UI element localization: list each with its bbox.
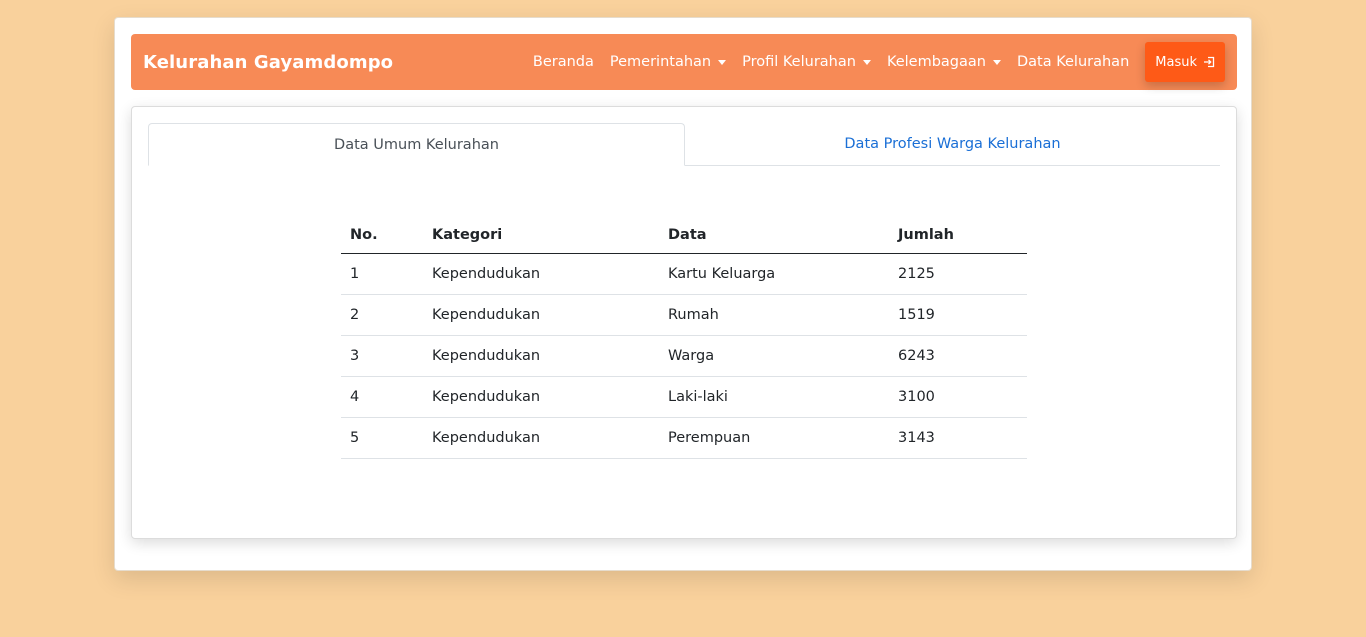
cell-jumlah: 3100 — [889, 376, 1027, 418]
tab-bar: Data Umum Kelurahan Data Profesi Warga K… — [148, 123, 1220, 166]
tab-data-profesi-label: Data Profesi Warga Kelurahan — [844, 136, 1061, 152]
cell-data: Warga — [659, 335, 889, 377]
box-arrow-in-right-icon — [1204, 56, 1215, 68]
caret-down-icon — [718, 59, 727, 65]
cell-jumlah: 3143 — [889, 417, 1027, 459]
nav-kelembagaan-label: Kelembagaan — [886, 54, 986, 70]
nav-kelembagaan-dropdown[interactable]: Kelembagaan — [879, 54, 1009, 70]
tab-data-umum-kelurahan[interactable]: Data Umum Kelurahan — [148, 123, 685, 166]
navbar: Kelurahan Gayamdompo Beranda Pemerintaha… — [131, 34, 1237, 90]
login-button-label: Masuk — [1155, 54, 1197, 70]
cell-kategori: Kependudukan — [423, 253, 659, 295]
table-row: 2 Kependudukan Rumah 1519 — [341, 294, 1027, 336]
content-card: Data Umum Kelurahan Data Profesi Warga K… — [131, 106, 1237, 539]
data-table: No. Kategori Data Jumlah 1 Kependudukan … — [341, 217, 1027, 459]
nav-pemerintahan-dropdown[interactable]: Pemerintahan — [602, 54, 734, 70]
cell-kategori: Kependudukan — [423, 335, 659, 377]
login-button[interactable]: Masuk — [1145, 42, 1225, 82]
column-header-jumlah: Jumlah — [889, 217, 1027, 254]
caret-down-icon — [992, 59, 1001, 65]
caret-down-icon — [862, 59, 871, 65]
cell-no: 3 — [341, 335, 423, 377]
cell-no: 2 — [341, 294, 423, 336]
cell-kategori: Kependudukan — [423, 376, 659, 418]
table-row: 4 Kependudukan Laki-laki 3100 — [341, 376, 1027, 418]
column-header-kategori: Kategori — [423, 217, 659, 254]
cell-data: Rumah — [659, 294, 889, 336]
table-row: 5 Kependudukan Perempuan 3143 — [341, 417, 1027, 459]
cell-data: Perempuan — [659, 417, 889, 459]
nav-profil-kelurahan-label: Profil Kelurahan — [742, 54, 856, 70]
nav-data-kelurahan-label: Data Kelurahan — [1016, 54, 1130, 70]
tab-data-profesi-warga[interactable]: Data Profesi Warga Kelurahan — [685, 123, 1220, 165]
cell-data: Laki-laki — [659, 376, 889, 418]
nav-data-kelurahan[interactable]: Data Kelurahan — [1009, 54, 1137, 70]
cell-jumlah: 6243 — [889, 335, 1027, 377]
cell-kategori: Kependudukan — [423, 294, 659, 336]
column-header-no: No. — [341, 217, 423, 254]
nav-profil-kelurahan-dropdown[interactable]: Profil Kelurahan — [734, 54, 879, 70]
column-header-data: Data — [659, 217, 889, 254]
nav-pemerintahan-label: Pemerintahan — [609, 54, 712, 70]
nav-beranda-label: Beranda — [532, 54, 594, 70]
cell-no: 5 — [341, 417, 423, 459]
table-row: 1 Kependudukan Kartu Keluarga 2125 — [341, 253, 1027, 295]
cell-kategori: Kependudukan — [423, 417, 659, 459]
table-row: 3 Kependudukan Warga 6243 — [341, 335, 1027, 377]
nav-beranda[interactable]: Beranda — [525, 54, 602, 70]
tab-data-umum-label: Data Umum Kelurahan — [334, 136, 499, 153]
page-container: Kelurahan Gayamdompo Beranda Pemerintaha… — [114, 17, 1252, 571]
cell-jumlah: 1519 — [889, 294, 1027, 336]
cell-no: 4 — [341, 376, 423, 418]
brand-title[interactable]: Kelurahan Gayamdompo — [143, 52, 393, 73]
cell-jumlah: 2125 — [889, 253, 1027, 295]
cell-data: Kartu Keluarga — [659, 253, 889, 295]
table-header-row: No. Kategori Data Jumlah — [341, 217, 1027, 254]
nav-links: Beranda Pemerintahan Profil Kelurahan Ke… — [525, 42, 1225, 82]
cell-no: 1 — [341, 253, 423, 295]
